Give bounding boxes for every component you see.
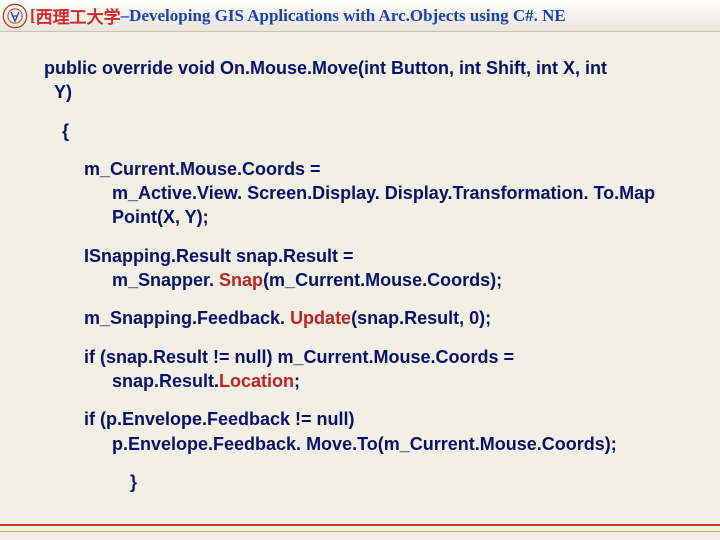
stmt-update: m_Snapping.Feedback. Update(snap.Result,… bbox=[44, 306, 676, 330]
header-institution: 西理工大学 bbox=[36, 3, 121, 28]
footer-rule-primary bbox=[0, 524, 720, 526]
brace-open: { bbox=[44, 119, 676, 143]
university-logo-icon bbox=[2, 3, 28, 29]
method-signature: public override void On.Mouse.Move(int B… bbox=[44, 56, 676, 105]
code-block: public override void On.Mouse.Move(int B… bbox=[0, 32, 720, 494]
update-call: Update bbox=[290, 308, 351, 328]
header-separator: – bbox=[121, 6, 130, 26]
location-prop: Location bbox=[219, 371, 294, 391]
footer-rule-secondary bbox=[0, 531, 720, 532]
brace-close: } bbox=[44, 470, 676, 494]
stmt-snap: ISnapping.Result snap.Result = m_Snapper… bbox=[44, 244, 676, 293]
stmt-assign-coords: m_Current.Mouse.Coords = m_Active.View. … bbox=[44, 157, 676, 230]
slide-header: [ 西理工大学 – Developing GIS Applications wi… bbox=[0, 0, 720, 32]
stmt-if-snap: if (snap.Result != null) m_Current.Mouse… bbox=[44, 345, 676, 394]
snap-call: Snap bbox=[219, 270, 263, 290]
header-title: Developing GIS Applications with Arc.Obj… bbox=[129, 6, 566, 26]
stmt-if-envelope: if (p.Envelope.Feedback != null) p.Envel… bbox=[44, 407, 676, 456]
